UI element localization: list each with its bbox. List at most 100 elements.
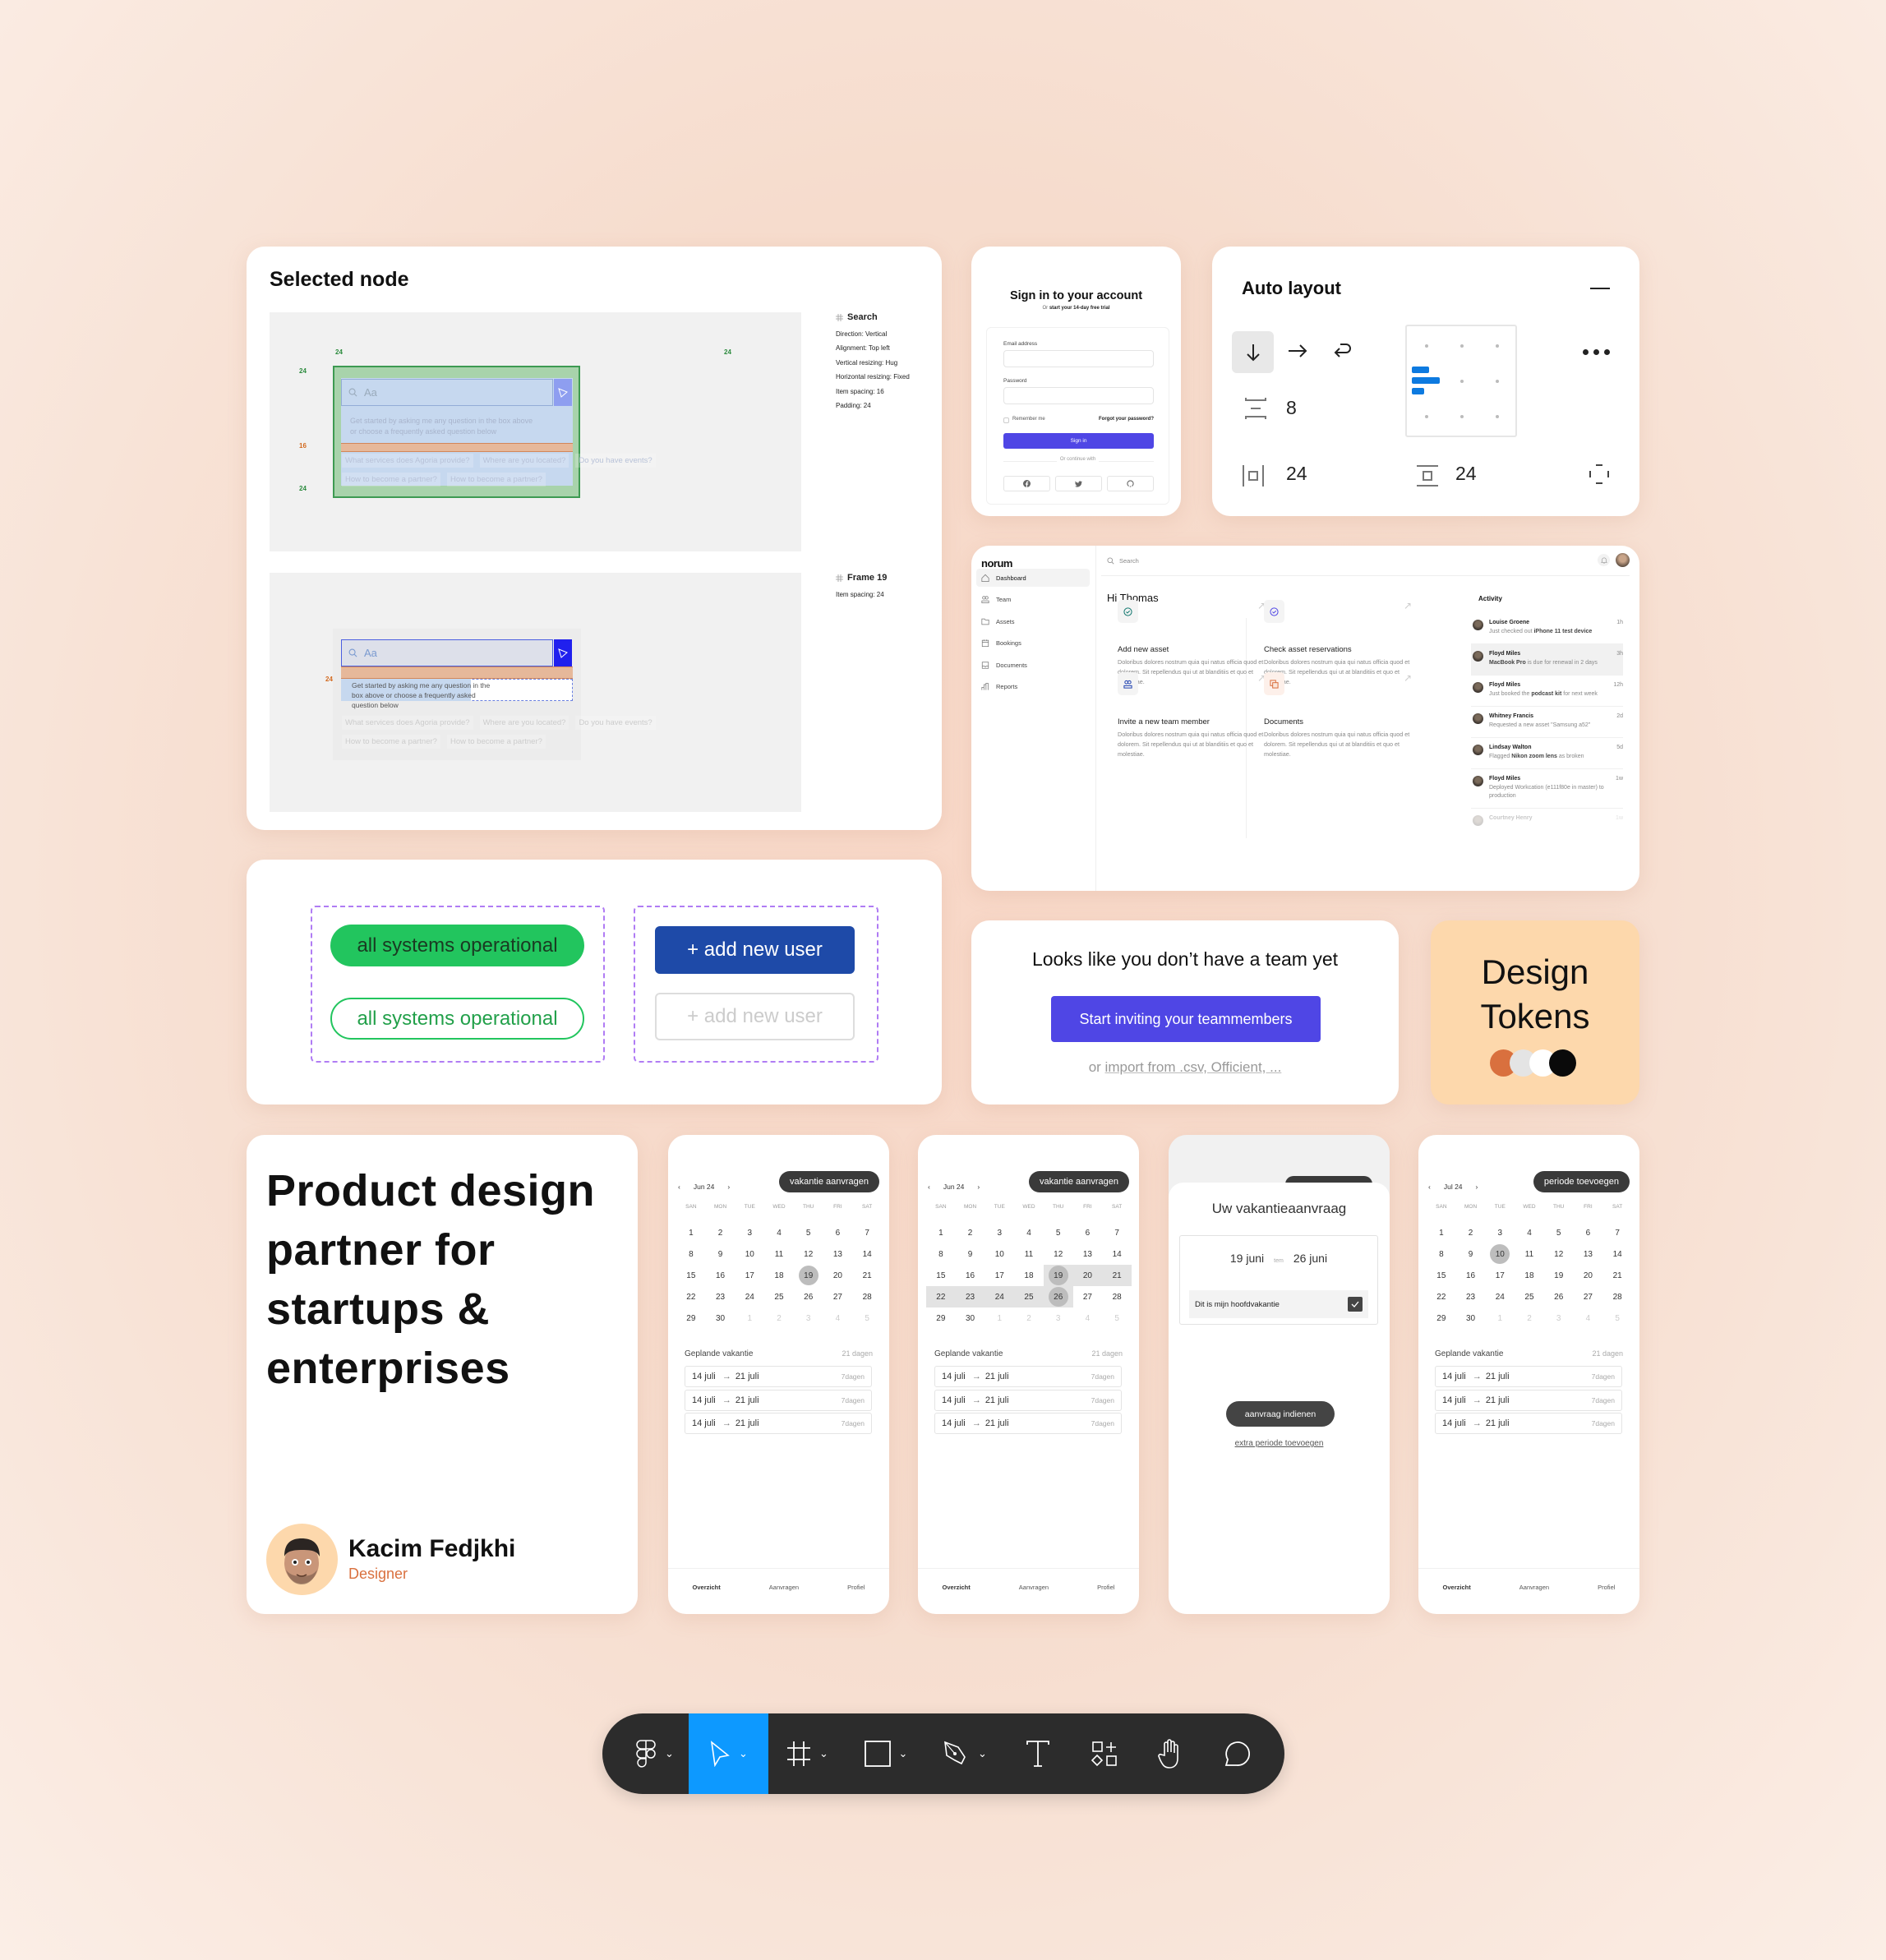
day-cell[interactable]: 1 xyxy=(676,1222,706,1243)
day-cell[interactable]: 11 xyxy=(1014,1243,1044,1265)
search-input[interactable]: Aa xyxy=(341,379,553,406)
vertical-padding-value[interactable]: 24 xyxy=(1455,463,1477,485)
tab-overzicht[interactable]: Overzicht xyxy=(1443,1584,1471,1591)
remember-checkbox[interactable] xyxy=(1003,417,1009,423)
day-cell[interactable]: 22 xyxy=(1427,1286,1456,1307)
vacation-row[interactable]: 14 juli → 21 juli 7dagen xyxy=(934,1389,1122,1411)
day-cell[interactable]: 28 xyxy=(1102,1286,1132,1307)
day-cell[interactable]: 8 xyxy=(1427,1243,1456,1265)
day-cell[interactable]: 7 xyxy=(1602,1222,1632,1243)
day-cell[interactable]: 13 xyxy=(823,1243,853,1265)
direction-vertical-button[interactable] xyxy=(1232,331,1274,373)
tab-profiel[interactable]: Profiel xyxy=(1598,1584,1615,1591)
day-cell[interactable]: 24 xyxy=(735,1286,764,1307)
invite-teammembers-button[interactable]: Start inviting your teammembers xyxy=(1051,996,1321,1042)
activity-item[interactable]: Floyd Miles 1w Deployed Workcation (e111f8… xyxy=(1471,769,1623,809)
day-cell[interactable]: 25 xyxy=(1014,1286,1044,1307)
day-cell[interactable]: 24 xyxy=(985,1286,1015,1307)
horizontal-padding-value[interactable]: 24 xyxy=(1286,463,1307,485)
day-cell[interactable]: 20 xyxy=(1072,1265,1103,1286)
day-cell[interactable]: 3 xyxy=(985,1222,1014,1243)
text-tool[interactable] xyxy=(1005,1713,1071,1794)
calendar-action-button[interactable]: vakantie aanvragen xyxy=(778,1171,879,1192)
tab-aanvragen[interactable]: Aanvragen xyxy=(769,1584,799,1591)
day-cell[interactable]: 15 xyxy=(1427,1265,1456,1286)
day-cell[interactable]: 9 xyxy=(1456,1243,1486,1265)
day-cell[interactable]: 17 xyxy=(1485,1265,1515,1286)
chevron-left-icon[interactable]: ‹ xyxy=(678,1183,680,1191)
day-cell[interactable]: 21 xyxy=(1102,1265,1132,1286)
day-cell[interactable]: 22 xyxy=(676,1286,706,1307)
vacation-row[interactable]: 14 juli → 21 juli 7dagen xyxy=(685,1389,872,1411)
day-cell[interactable]: 4 xyxy=(1515,1222,1544,1243)
vacation-row[interactable]: 14 juli → 21 juli 7dagen xyxy=(1435,1366,1622,1387)
faq-chip[interactable]: How to become a partner? xyxy=(342,735,440,749)
day-cell[interactable]: 7 xyxy=(852,1222,882,1243)
chevron-right-icon[interactable]: › xyxy=(1476,1183,1478,1191)
sidebar-item-dashboard[interactable]: Dashboard xyxy=(976,569,1090,587)
tab-aanvragen[interactable]: Aanvragen xyxy=(1019,1584,1049,1591)
tab-aanvragen[interactable]: Aanvragen xyxy=(1519,1584,1549,1591)
day-cell[interactable]: 23 xyxy=(1456,1286,1486,1307)
quick-action-tile[interactable]: ↗ Invite a new team member Doloribus dolor… xyxy=(1118,672,1266,759)
day-cell[interactable]: 2 xyxy=(956,1222,985,1243)
add-extra-period-link[interactable]: extra periode toevoegen xyxy=(1169,1439,1390,1448)
day-cell[interactable]: 10 xyxy=(735,1243,764,1265)
search-input[interactable]: Aa xyxy=(341,639,553,666)
day-cell[interactable]: 5 xyxy=(794,1222,823,1243)
day-cell[interactable]: 3 xyxy=(735,1222,764,1243)
day-cell[interactable]: 9 xyxy=(706,1243,735,1265)
signin-button[interactable]: Sign in xyxy=(1003,433,1154,449)
day-cell[interactable]: 6 xyxy=(1574,1222,1603,1243)
chevron-left-icon[interactable]: ‹ xyxy=(1428,1183,1431,1191)
day-cell[interactable]: 8 xyxy=(926,1243,956,1265)
day-cell[interactable]: 30 xyxy=(956,1307,985,1329)
remove-auto-layout-button[interactable] xyxy=(1590,288,1610,289)
day-cell[interactable]: 27 xyxy=(1073,1286,1103,1307)
activity-item[interactable]: Courtney Henry 1w xyxy=(1471,809,1623,831)
day-cell[interactable]: 23 xyxy=(955,1286,985,1307)
day-cell[interactable]: 14 xyxy=(852,1243,882,1265)
day-cell[interactable]: 14 xyxy=(1102,1243,1132,1265)
activity-item[interactable]: Louise Groene 1h Just checked out iPhone 1… xyxy=(1471,613,1623,644)
main-vacation-toggle[interactable]: Dit is mijn hoofdvakantie xyxy=(1189,1290,1368,1318)
github-button[interactable] xyxy=(1107,476,1154,491)
user-avatar[interactable] xyxy=(1616,553,1630,567)
rectangle-tool[interactable]: ⌄ xyxy=(846,1713,925,1794)
tab-profiel[interactable]: Profiel xyxy=(1097,1584,1114,1591)
day-cell[interactable]: 9 xyxy=(956,1243,985,1265)
sidebar-item-bookings[interactable]: Bookings xyxy=(976,634,1090,653)
tab-overzicht[interactable]: Overzicht xyxy=(943,1584,971,1591)
day-cell[interactable]: 20 xyxy=(823,1265,853,1286)
day-cell[interactable]: 12 xyxy=(1044,1243,1073,1265)
trial-link[interactable]: start your 14-day free trial xyxy=(1049,306,1110,311)
faq-chip[interactable]: How to become a partner? xyxy=(446,735,546,749)
email-field[interactable] xyxy=(1003,350,1154,367)
chevron-right-icon[interactable]: › xyxy=(977,1183,980,1191)
day-cell[interactable]: 12 xyxy=(1544,1243,1574,1265)
sidebar-item-reports[interactable]: Reports xyxy=(976,678,1090,696)
day-cell[interactable]: 1 xyxy=(926,1222,956,1243)
day-cell[interactable]: 2 xyxy=(1456,1222,1486,1243)
item-spacing-value[interactable]: 8 xyxy=(1286,397,1297,419)
day-cell[interactable]: 22 xyxy=(926,1286,956,1307)
day-cell[interactable]: 2 xyxy=(706,1222,735,1243)
day-cell[interactable]: 30 xyxy=(706,1307,735,1329)
calendar-action-button[interactable]: vakantie aanvragen xyxy=(1028,1171,1129,1192)
day-cell[interactable]: 6 xyxy=(823,1222,853,1243)
day-cell[interactable]: 25 xyxy=(764,1286,794,1307)
direction-wrap-button[interactable] xyxy=(1332,341,1352,359)
day-cell[interactable]: 24 xyxy=(1485,1286,1515,1307)
hand-tool[interactable] xyxy=(1138,1713,1204,1794)
day-cell[interactable]: 26 xyxy=(794,1286,823,1307)
calendar-action-button[interactable]: periode toevoegen xyxy=(1533,1171,1630,1192)
alignment-grid[interactable] xyxy=(1405,325,1517,437)
move-tool[interactable]: ⌄ xyxy=(689,1713,768,1794)
add-user-button[interactable]: + add new user xyxy=(655,926,855,974)
sidebar-item-documents[interactable]: Documents xyxy=(976,656,1090,674)
day-cell[interactable]: 27 xyxy=(1574,1286,1603,1307)
individual-padding-button[interactable] xyxy=(1589,463,1610,485)
add-user-button-disabled[interactable]: + add new user xyxy=(655,993,855,1040)
quick-action-tile[interactable]: ↗ Documents Doloribus dolores nostrum quia… xyxy=(1264,672,1412,759)
day-cell[interactable]: 21 xyxy=(852,1265,882,1286)
